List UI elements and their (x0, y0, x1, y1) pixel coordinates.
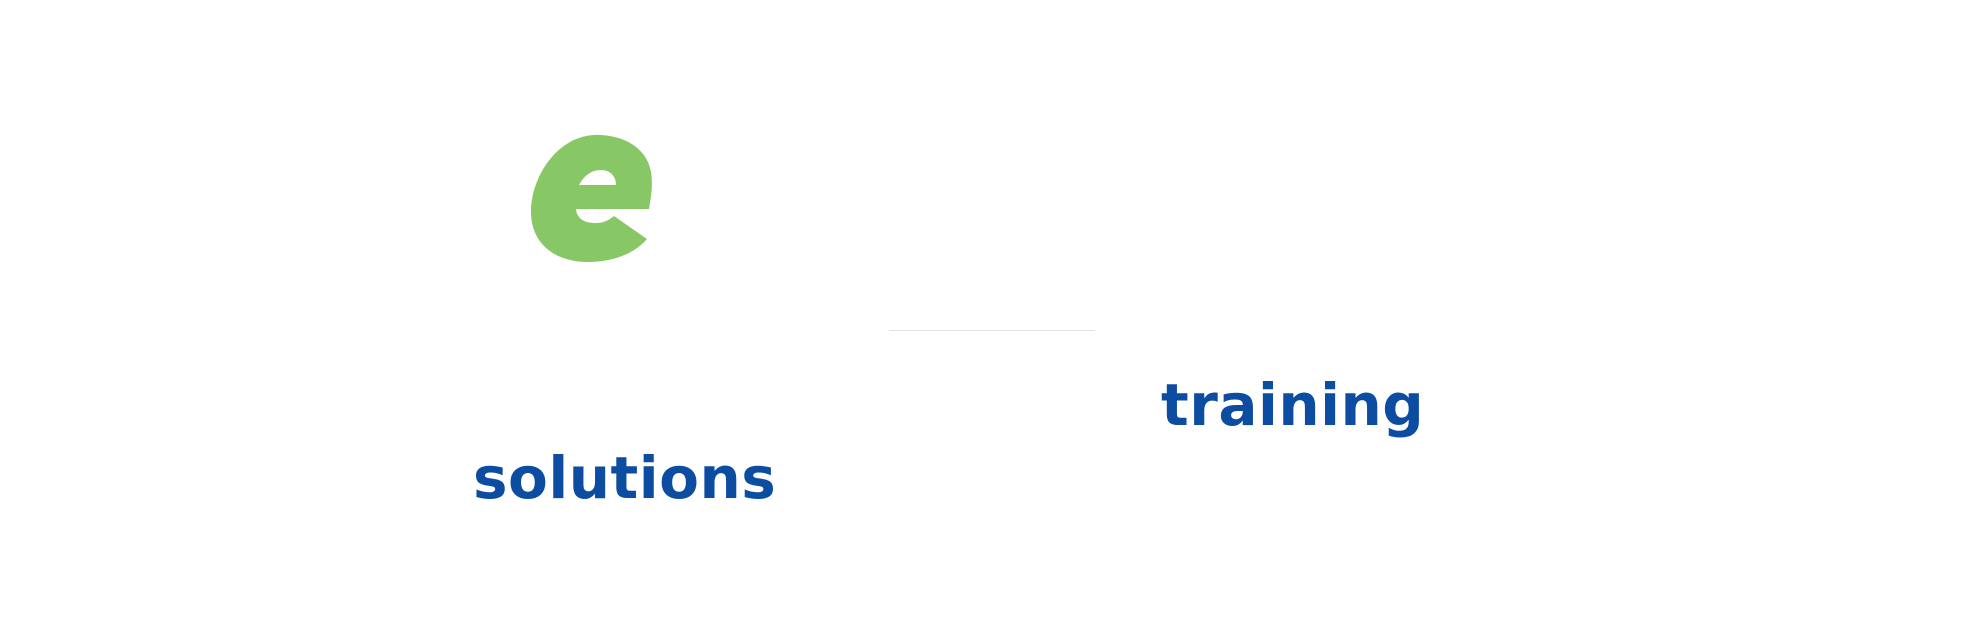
training-label: training (1161, 371, 1425, 439)
page-canvas: training solutions (0, 0, 1981, 621)
logo-e-shape (531, 134, 652, 262)
solutions-label: solutions (473, 444, 777, 512)
horizontal-divider (889, 330, 1095, 331)
green-e-logo-icon (528, 132, 662, 264)
